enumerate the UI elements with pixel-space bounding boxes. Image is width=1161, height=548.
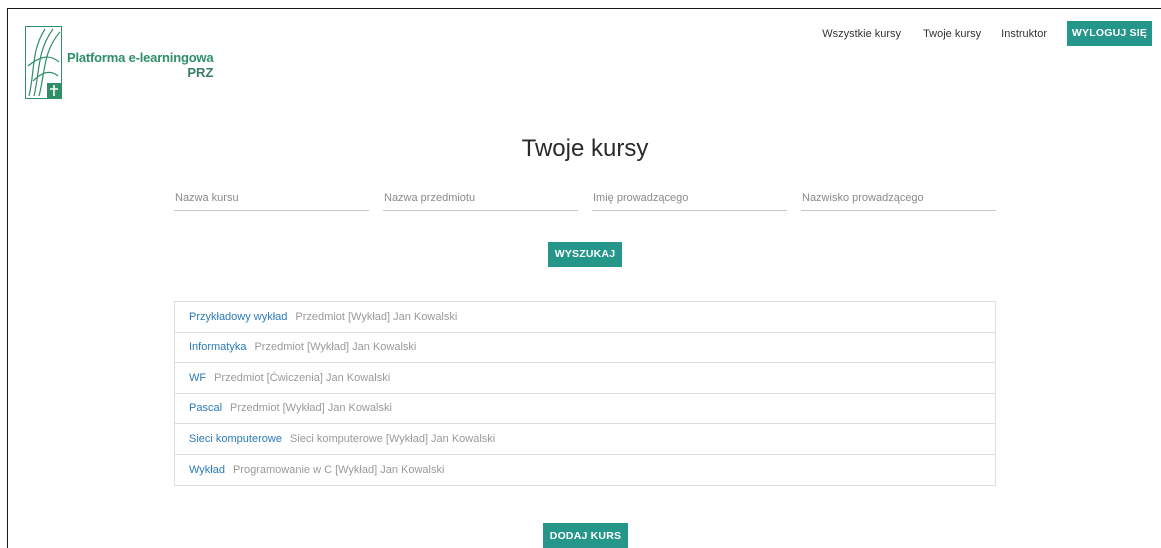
logout-button[interactable]: WYLOGUJ SIĘ xyxy=(1067,21,1152,46)
nav-instructor[interactable]: Instruktor xyxy=(1001,28,1047,40)
app-frame: Platforma e-learningowa PRZ Wszystkie ku… xyxy=(7,8,1161,548)
instructor-first-name-input[interactable] xyxy=(592,189,787,211)
course-name-link[interactable]: WF xyxy=(189,372,206,384)
course-info: Przedmiot [Ćwiczenia] Jan Kowalski xyxy=(214,371,391,384)
prz-logo-icon xyxy=(25,26,62,99)
list-item[interactable]: Przykładowy wykład Przedmiot [Wykład] Ja… xyxy=(175,302,995,333)
list-item[interactable]: Sieci komputerowe Sieci komputerowe [Wyk… xyxy=(175,424,995,455)
course-info: Programowanie w C [Wykład] Jan Kowalski xyxy=(232,463,445,476)
page-title: Twoje kursy xyxy=(521,135,649,162)
course-info: Przedmiot [Wykład] Jan Kowalski xyxy=(230,402,392,415)
brand[interactable]: Platforma e-learningowa PRZ xyxy=(25,26,214,99)
course-name-link[interactable]: Pascal xyxy=(189,402,222,414)
course-name-link[interactable]: Przykładowy wykład xyxy=(189,311,287,323)
nav-my-courses[interactable]: Twoje kursy xyxy=(923,28,981,40)
nav-all-courses[interactable]: Wszystkie kursy xyxy=(822,28,901,40)
course-info: Przedmiot [Wykład] Jan Kowalski xyxy=(295,310,458,323)
add-course-button[interactable]: DODAJ KURS xyxy=(543,523,628,548)
course-info: Sieci komputerowe [Wykład] Jan Kowalski xyxy=(289,432,496,445)
course-info: Przedmiot [Wykład] Jan Kowalski xyxy=(254,341,417,354)
subject-name-input[interactable] xyxy=(383,189,578,211)
brand-title: Platforma e-learningowa PRZ xyxy=(67,50,214,80)
list-item[interactable]: Wykład Programowanie w C [Wykład] Jan Ko… xyxy=(175,455,995,486)
course-name-input[interactable] xyxy=(174,189,369,211)
instructor-last-name-input[interactable] xyxy=(801,189,996,211)
list-item[interactable]: Pascal Przedmiot [Wykład] Jan Kowalski xyxy=(175,394,995,424)
course-name-link[interactable]: Wykład xyxy=(189,464,225,476)
list-item[interactable]: Informatyka Przedmiot [Wykład] Jan Kowal… xyxy=(175,333,995,363)
course-name-link[interactable]: Sieci komputerowe xyxy=(189,433,282,445)
list-item[interactable]: WF Przedmiot [Ćwiczenia] Jan Kowalski xyxy=(175,363,995,394)
brand-line-2: PRZ xyxy=(187,65,214,80)
course-list: Przykładowy wykład Przedmiot [Wykład] Ja… xyxy=(174,301,996,486)
brand-line-1: Platforma e-learningowa xyxy=(67,50,214,65)
course-name-link[interactable]: Informatyka xyxy=(189,341,246,353)
top-nav: Wszystkie kursy Twoje kursy Instruktor W… xyxy=(822,21,1161,46)
search-button[interactable]: WYSZUKAJ xyxy=(548,242,622,267)
